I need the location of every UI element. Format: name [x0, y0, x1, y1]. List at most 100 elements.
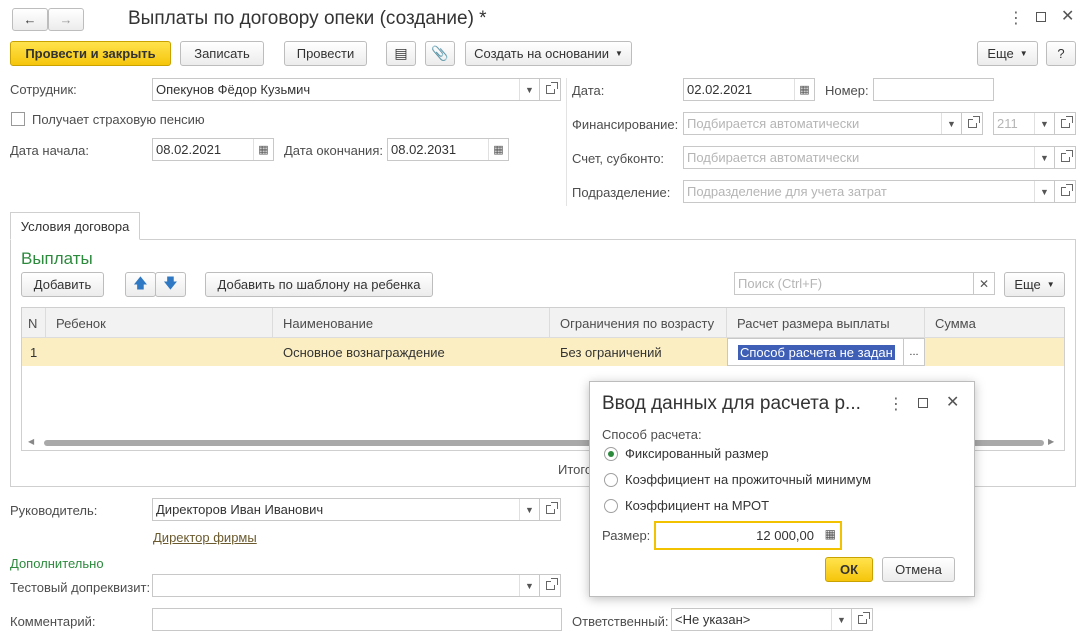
calculator-icon[interactable]: ▦	[825, 527, 836, 541]
dropdown-arrow-icon[interactable]: ▼	[941, 113, 961, 134]
account-field[interactable]: Подбирается автоматически ▼	[683, 146, 1055, 169]
account-placeholder: Подбирается автоматически	[687, 150, 860, 165]
dropdown-arrow-icon[interactable]: ▼	[1034, 181, 1054, 202]
calendar-icon[interactable]: ▦	[794, 79, 814, 100]
end-date-value: 08.02.2031	[391, 142, 457, 157]
move-up-button[interactable]: 🡅	[125, 272, 156, 297]
radio-subsistence[interactable]	[604, 473, 618, 487]
close-icon[interactable]: ✕	[1061, 6, 1074, 26]
row-sum[interactable]	[925, 338, 1064, 366]
radio-fixed[interactable]	[604, 447, 618, 461]
col-calc[interactable]: Расчет размера выплаты	[727, 308, 925, 338]
move-down-button[interactable]: 🡇	[155, 272, 186, 297]
responsible-field[interactable]: <Не указан> ▼	[671, 608, 852, 631]
create-based-on-button[interactable]: Создать на основании ▼	[465, 41, 632, 66]
head-value: Директоров Иван Иванович	[156, 502, 324, 517]
open-test-icon[interactable]	[539, 574, 561, 597]
forward-button[interactable]: →	[48, 8, 84, 31]
method-label: Способ расчета:	[602, 427, 702, 442]
test-field[interactable]: ▼	[152, 574, 540, 597]
open-account-icon[interactable]	[1054, 146, 1076, 169]
row-name[interactable]: Основное вознаграждение	[273, 338, 550, 366]
open-financing-code-icon[interactable]	[1054, 112, 1076, 135]
col-age[interactable]: Ограничения по возрасту	[550, 308, 727, 338]
col-n[interactable]: N	[22, 308, 46, 338]
end-date-field[interactable]: 08.02.2031 ▦	[387, 138, 509, 161]
chevron-down-icon: ▼	[1019, 49, 1028, 58]
scroll-left-icon[interactable]: ◀	[28, 437, 34, 446]
maximize-icon[interactable]	[918, 398, 928, 408]
post-and-close-button[interactable]: Провести и закрыть	[10, 41, 171, 66]
head-position-link[interactable]: Директор фирмы	[153, 530, 257, 545]
col-child[interactable]: Ребенок	[46, 308, 273, 338]
tab-conditions[interactable]: Условия договора	[10, 212, 140, 240]
division-field[interactable]: Подразделение для учета затрат ▼	[683, 180, 1055, 203]
table-header: N Ребенок Наименование Ограничения по во…	[22, 308, 1064, 338]
scroll-right-icon[interactable]: ▶	[1048, 437, 1054, 446]
option-subsistence-label[interactable]: Коэффициент на прожиточный минимум	[625, 472, 871, 487]
date-value: 02.02.2021	[687, 82, 753, 97]
dropdown-arrow-icon[interactable]: ▼	[1034, 147, 1054, 168]
employee-value: Опекунов Фёдор Кузьмич	[156, 82, 311, 97]
option-fixed-label[interactable]: Фиксированный размер	[625, 446, 768, 461]
dropdown-arrow-icon[interactable]: ▼	[519, 499, 539, 520]
financing-label: Финансирование:	[572, 117, 679, 132]
col-name[interactable]: Наименование	[273, 308, 550, 338]
cancel-button[interactable]: Отмена	[882, 557, 955, 582]
search-input[interactable]: Поиск (Ctrl+F)	[734, 272, 974, 295]
open-employee-icon[interactable]	[539, 78, 561, 101]
table-more-button[interactable]: Еще ▼	[1004, 272, 1065, 297]
ok-button[interactable]: ОК	[825, 557, 873, 582]
responsible-label: Ответственный:	[572, 614, 669, 629]
help-button[interactable]: ?	[1046, 41, 1076, 66]
back-button[interactable]: ←	[12, 8, 48, 31]
row-calc-value: Способ расчета не задан	[738, 344, 895, 360]
financing-code-field[interactable]: 211 ▼	[993, 112, 1055, 135]
open-responsible-icon[interactable]	[851, 608, 873, 631]
row-age[interactable]: Без ограничений	[550, 338, 727, 366]
more-button[interactable]: Еще ▼	[977, 41, 1038, 66]
comment-field[interactable]	[152, 608, 562, 631]
select-button[interactable]: ...	[903, 338, 925, 366]
date-field[interactable]: 02.02.2021 ▦	[683, 78, 815, 101]
dropdown-arrow-icon[interactable]: ▼	[1034, 113, 1054, 134]
row-calc-cell[interactable]: Способ расчета не задан	[727, 338, 925, 366]
add-button[interactable]: Добавить	[21, 272, 104, 297]
additional-section-title[interactable]: Дополнительно	[10, 556, 104, 571]
option-mrot-label[interactable]: Коэффициент на МРОТ	[625, 498, 769, 513]
number-field[interactable]	[873, 78, 994, 101]
save-button[interactable]: Записать	[180, 41, 264, 66]
dropdown-arrow-icon[interactable]: ▼	[519, 575, 539, 596]
row-child[interactable]	[46, 338, 273, 366]
open-financing-icon[interactable]	[961, 112, 983, 135]
dropdown-arrow-icon[interactable]: ▼	[519, 79, 539, 100]
radio-mrot[interactable]	[604, 499, 618, 513]
close-icon[interactable]: ✕	[946, 392, 959, 412]
account-label: Счет, субконто:	[572, 151, 665, 166]
add-by-template-button[interactable]: Добавить по шаблону на ребенка	[205, 272, 433, 297]
head-field[interactable]: Директоров Иван Иванович ▼	[152, 498, 540, 521]
clear-search-icon[interactable]: ✕	[973, 272, 995, 295]
maximize-icon[interactable]	[1036, 12, 1046, 22]
dropdown-arrow-icon[interactable]: ▼	[831, 609, 851, 630]
payments-title: Выплаты	[21, 249, 93, 268]
col-sum[interactable]: Сумма	[925, 308, 1064, 338]
attachment-icon[interactable]: 📎	[425, 41, 455, 66]
kebab-menu-icon[interactable]: ⋮	[888, 394, 904, 414]
open-head-icon[interactable]	[539, 498, 561, 521]
division-label: Подразделение:	[572, 185, 671, 200]
employee-field[interactable]: Опекунов Фёдор Кузьмич ▼	[152, 78, 540, 101]
table-more-label: Еще	[1014, 277, 1041, 292]
calendar-icon[interactable]: ▦	[488, 139, 508, 160]
open-division-icon[interactable]	[1054, 180, 1076, 203]
start-date-field[interactable]: 08.02.2021 ▦	[152, 138, 274, 161]
pension-checkbox[interactable]	[11, 112, 25, 126]
chevron-down-icon: ▼	[1046, 280, 1055, 289]
financing-field[interactable]: Подбирается автоматически ▼	[683, 112, 962, 135]
table-row[interactable]: 1 Основное вознаграждение Без ограничени…	[22, 338, 1064, 366]
post-button[interactable]: Провести	[284, 41, 367, 66]
kebab-menu-icon[interactable]: ⋮	[1008, 8, 1024, 28]
size-field[interactable]: 12 000,00 ▦	[654, 521, 842, 550]
calendar-icon[interactable]: ▦	[253, 139, 273, 160]
report-icon[interactable]: ▤	[386, 41, 416, 66]
